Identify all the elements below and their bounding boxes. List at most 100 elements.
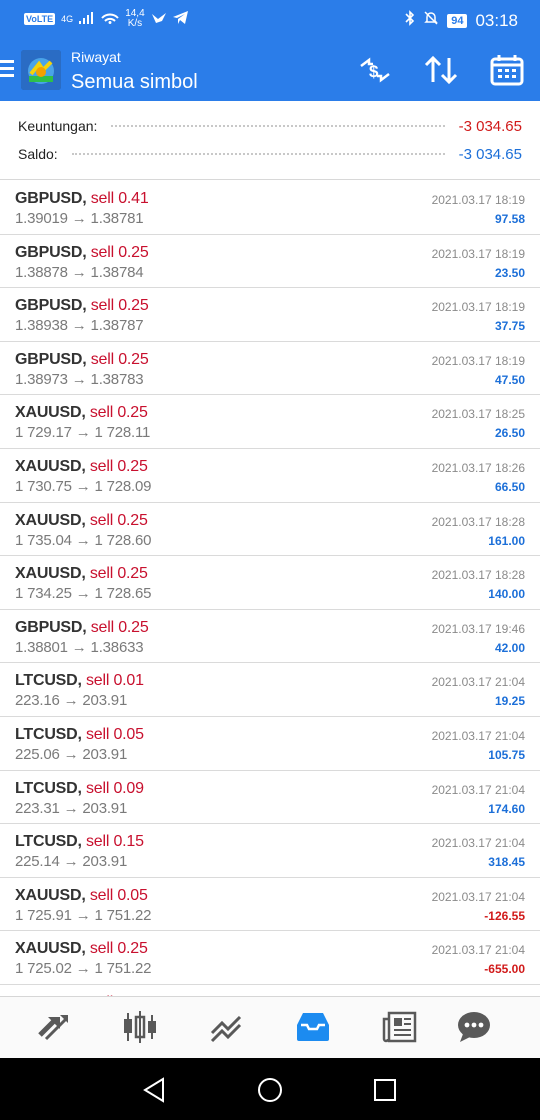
- trade-profit: -126.55: [484, 908, 525, 923]
- trade-close-time: 2021.03.17 21:04: [431, 889, 525, 904]
- quotes-arrows-icon: [38, 1015, 68, 1041]
- tab-news[interactable]: [380, 1007, 420, 1047]
- trade-profit: 318.45: [488, 855, 525, 870]
- candlestick-icon: [124, 1011, 156, 1043]
- trade-row[interactable]: XAUUSD, sell 0.25 1 735.04 → 1 728.60 2021…: [0, 503, 540, 557]
- balance-row: Saldo: -3 034.65: [18, 143, 522, 165]
- clock: 03:18: [475, 10, 518, 30]
- status-left: VoLTE 4G 14,4 K/s: [24, 9, 189, 29]
- trade-side-volume: sell 0.25: [89, 457, 148, 475]
- trade-profit: 161.00: [488, 533, 525, 548]
- tab-messages[interactable]: [454, 1007, 494, 1047]
- trade-row[interactable]: GBPUSD, sell 0.41 1.39019 → 1.38781 2021.0…: [0, 181, 540, 235]
- trade-close-time: 2021.03.17 19:46: [431, 621, 525, 636]
- trade-symbol: GBPUSD,: [15, 243, 87, 261]
- trade-prices: 1.38938 → 1.38787: [15, 317, 144, 335]
- tab-quotes[interactable]: [34, 1007, 74, 1047]
- calendar-icon[interactable]: [490, 54, 526, 86]
- menu-icon[interactable]: [0, 60, 14, 78]
- status-bar: VoLTE 4G 14,4 K/s 94 03:18: [0, 0, 540, 40]
- trade-symbol: LTCUSD,: [15, 725, 82, 743]
- newspaper-icon: [382, 1011, 417, 1043]
- trade-side-volume: sell 0.25: [90, 243, 149, 261]
- trade-prices: 225.06 → 203.91: [15, 745, 128, 763]
- trade-side-volume: sell 0.05: [86, 725, 144, 743]
- trade-symbol: XAUUSD,: [15, 404, 86, 422]
- trade-row[interactable]: GBPUSD, sell 0.25 1.38973 → 1.38783 2021.0…: [0, 342, 540, 396]
- trade-row[interactable]: LTCUSD, sell 0.01 223.16 → 203.91 2021.03.…: [0, 663, 540, 717]
- trade-profit: 105.75: [488, 747, 525, 762]
- tab-chart[interactable]: [120, 1007, 160, 1047]
- trade-close-time: 2021.03.17 21:04: [431, 836, 525, 851]
- wifi-hotspot-icon: [101, 10, 119, 29]
- trade-prices: 225.14 → 203.91: [15, 853, 128, 871]
- trade-profit: 42.00: [494, 640, 525, 655]
- trade-row[interactable]: LTCUSD, sell 0.05 225.06 → 203.91 2021.03.…: [0, 717, 540, 771]
- trade-row[interactable]: GBPUSD, sell 0.25 1.38878 → 1.38784 2021.0…: [0, 235, 540, 289]
- trade-symbol-line: GBPUSD, sell 0.25: [15, 351, 149, 369]
- sort-arrows-icon[interactable]: [423, 54, 459, 86]
- trade-history-list[interactable]: GBPUSD, sell 0.41 1.39019 → 1.38781 2021.0…: [0, 181, 540, 996]
- trade-side-volume: sell 0.25: [90, 297, 149, 315]
- profit-value: -3 034.65: [458, 117, 522, 135]
- trade-row[interactable]: XAUUSD, sell 0.25 1 729.17 → 1 728.11 2021…: [0, 395, 540, 449]
- trade-symbol: GBPUSD,: [15, 618, 87, 636]
- trade-symbol: GBPUSD,: [15, 297, 87, 315]
- trade-symbol: XAUUSD,: [15, 940, 86, 958]
- trade-row[interactable]: LTCUSD, sell 0.09 223.31 → 203.91 2021.03.…: [0, 771, 540, 825]
- recents-icon[interactable]: [371, 1076, 399, 1104]
- trade-row[interactable]: XAUUSD, sell 0.25 1 734.25 → 1 728.65 2021…: [0, 556, 540, 610]
- trade-row[interactable]: XAUUSD, sell 0.25: [0, 985, 540, 996]
- battery-indicator: 94: [447, 13, 468, 28]
- speed-unit: K/s: [127, 18, 143, 29]
- trade-row[interactable]: LTCUSD, sell 0.15 225.14 → 203.91 2021.03.…: [0, 824, 540, 878]
- trade-profit: 140.00: [488, 587, 525, 602]
- dotted-leader: [71, 153, 445, 155]
- exchange-dollar-icon[interactable]: $: [357, 54, 393, 86]
- trade-close-time: 2021.03.17 21:04: [431, 943, 525, 958]
- trade-side-volume: sell 0.05: [89, 886, 148, 904]
- trade-side-volume: sell 0.15: [86, 833, 144, 851]
- trade-prices: 1.39019 → 1.38781: [15, 210, 144, 227]
- trade-symbol-line: LTCUSD, sell 0.09: [15, 780, 144, 798]
- network-type: 4G: [61, 14, 74, 24]
- trade-symbol-line: LTCUSD, sell 0.05: [15, 726, 144, 744]
- symbol-filter-title[interactable]: Semua simbol: [71, 71, 198, 94]
- trade-side-volume: sell 0.25: [90, 350, 149, 368]
- telegram-icon: [172, 10, 189, 28]
- trade-prices: 1 725.02 → 1 751.22: [15, 960, 152, 978]
- trade-symbol-line: GBPUSD, sell 0.25: [15, 244, 149, 262]
- profit-row: Keuntungan: -3 034.65: [18, 115, 522, 137]
- app-bar: Riwayat Semua simbol $: [0, 40, 540, 101]
- trade-row[interactable]: GBPUSD, sell 0.25 1.38938 → 1.38787 2021.0…: [0, 288, 540, 342]
- trade-symbol: LTCUSD,: [15, 833, 82, 851]
- trade-side-volume: sell 0.25: [89, 511, 148, 529]
- trade-profit: 26.50: [494, 426, 525, 441]
- trade-profit: 19.25: [494, 694, 525, 709]
- trade-symbol-line: GBPUSD, sell 0.41: [15, 190, 149, 208]
- trade-close-time: 2021.03.17 18:19: [431, 246, 525, 261]
- trade-symbol: GBPUSD,: [15, 350, 87, 368]
- trade-prices: 1 734.25 → 1 728.65: [15, 585, 152, 603]
- trade-close-time: 2021.03.17 18:26: [431, 460, 525, 475]
- home-icon[interactable]: [256, 1076, 284, 1104]
- mute-bell-icon: [423, 10, 439, 31]
- trade-row[interactable]: XAUUSD, sell 0.05 1 725.91 → 1 751.22 2021…: [0, 878, 540, 932]
- trade-side-volume: sell 0.25: [89, 565, 148, 583]
- tab-trade[interactable]: [206, 1007, 246, 1047]
- trade-close-time: 2021.03.17 18:25: [431, 407, 525, 422]
- trade-row[interactable]: XAUUSD, sell 0.25 1 730.75 → 1 728.09 2021…: [0, 449, 540, 503]
- back-icon[interactable]: [141, 1076, 169, 1104]
- bluetooth-icon: [405, 10, 415, 31]
- account-summary: Keuntungan: -3 034.65 Saldo: -3 034.65: [0, 101, 540, 180]
- trade-row[interactable]: XAUUSD, sell 0.25 1 725.02 → 1 751.22 2021…: [0, 931, 540, 985]
- tab-history[interactable]: [293, 1007, 333, 1047]
- trade-close-time: 2021.03.17 21:04: [431, 675, 525, 690]
- trade-profit: 47.50: [494, 372, 525, 387]
- trade-symbol-line: XAUUSD, sell 0.05: [15, 887, 148, 905]
- trade-symbol-line: XAUUSD, sell 0.25: [15, 458, 148, 476]
- trade-prices: 1 729.17 → 1 728.11: [15, 424, 151, 442]
- speed-indicator: 14,4 K/s: [125, 9, 144, 29]
- trade-row[interactable]: GBPUSD, sell 0.25 1.38801 → 1.38633 2021.0…: [0, 610, 540, 664]
- trade-symbol-line: LTCUSD, sell 0.15: [15, 833, 144, 851]
